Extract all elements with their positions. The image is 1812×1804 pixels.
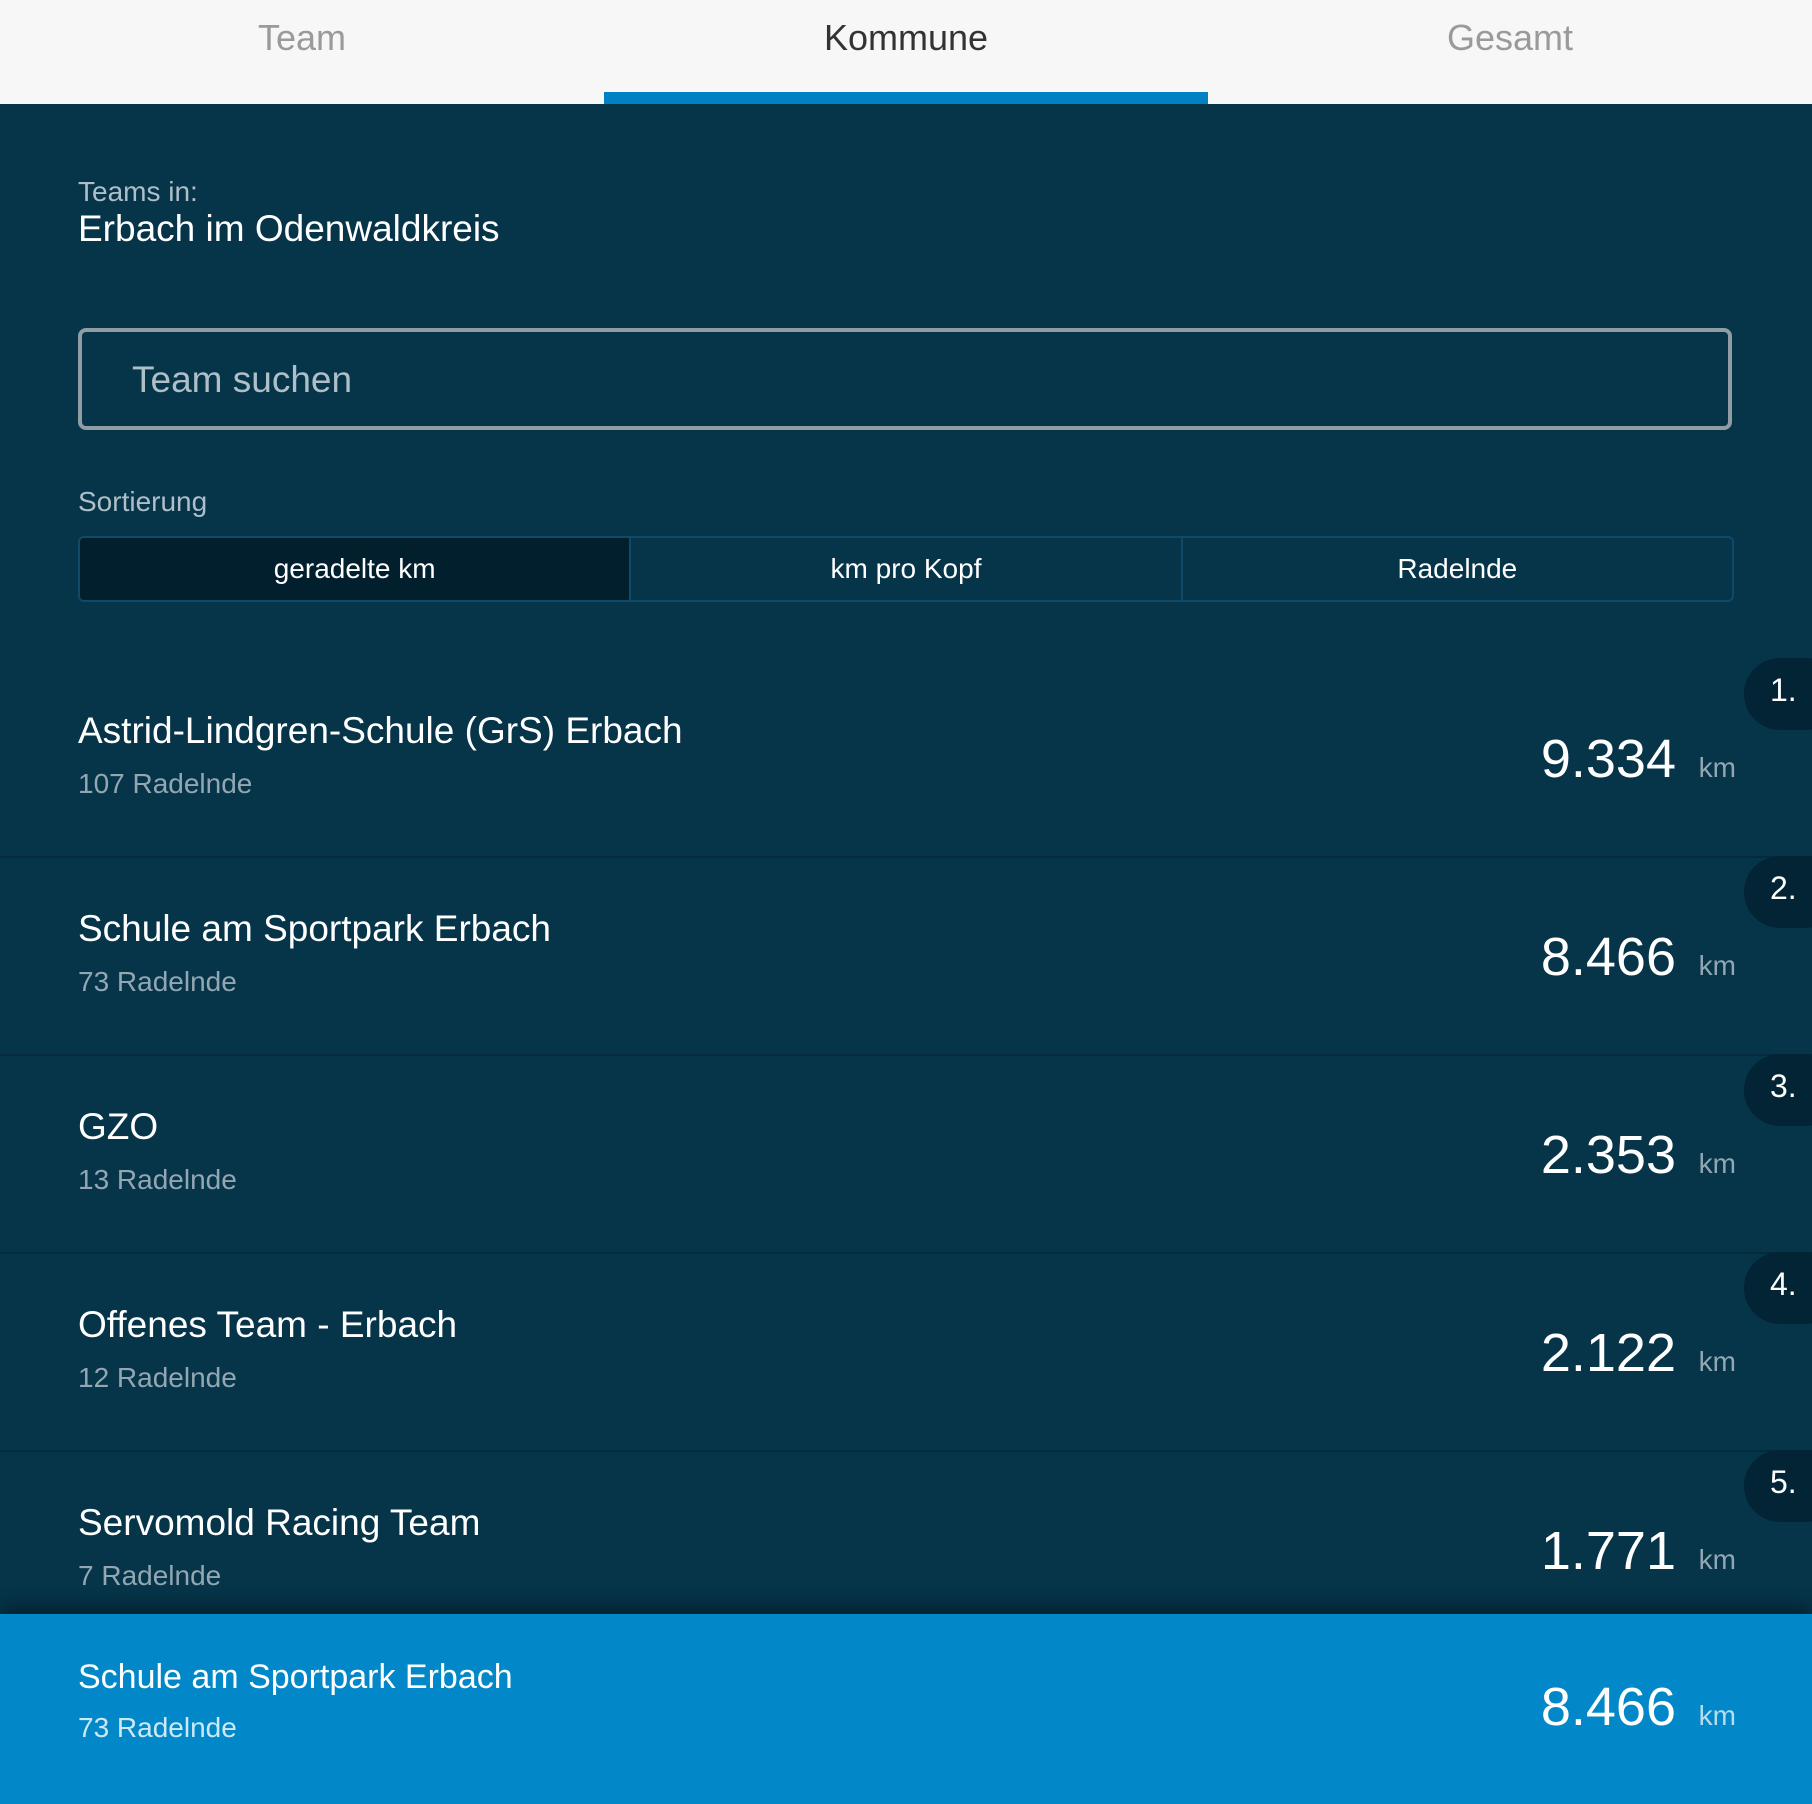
km-unit: km <box>1698 1544 1736 1575</box>
team-member-count: 7 Radelnde <box>78 1560 222 1591</box>
team-row[interactable]: Offenes Team - Erbach 12 Radelnde 2.122 … <box>0 1252 1812 1452</box>
km-unit: km <box>1698 1148 1736 1179</box>
km-unit: km <box>1698 1346 1736 1377</box>
rank-number: 4. <box>1770 1266 1797 1302</box>
team-member-count: 73 Radelnde <box>78 966 237 997</box>
rank-badge: 5. <box>1744 1450 1812 1522</box>
own-team-bar[interactable]: Schule am Sportpark Erbach 73 Radelnde 8… <box>0 1614 1812 1804</box>
team-member-count: 12 Radelnde <box>78 1362 237 1393</box>
rank-badge: 2. <box>1744 856 1812 928</box>
rank-number: 5. <box>1770 1464 1797 1500</box>
municipality-name: Erbach im Odenwaldkreis <box>78 208 500 249</box>
rank-number: 3. <box>1770 1068 1797 1104</box>
tab-kommune[interactable]: Kommune <box>604 0 1208 104</box>
team-row[interactable]: Schule am Sportpark Erbach 73 Radelnde 8… <box>0 856 1812 1056</box>
team-km-value: 2.353 <box>1540 1125 1676 1185</box>
tab-gesamt[interactable]: Gesamt <box>1208 0 1812 104</box>
teams-in-label: Teams in: <box>78 176 198 207</box>
team-km-value: 9.334 <box>1540 729 1676 789</box>
tab-gesamt-label: Gesamt <box>1446 17 1574 58</box>
team-name: Servomold Racing Team <box>78 1502 481 1543</box>
team-name: GZO <box>78 1106 159 1147</box>
team-km-value: 2.122 <box>1540 1323 1676 1383</box>
own-team-km-value: 8.466 <box>1540 1677 1676 1737</box>
active-tab-indicator <box>604 92 1208 104</box>
team-row[interactable]: GZO 13 Radelnde 2.353 km 3. <box>0 1054 1812 1254</box>
team-ranking-list: Astrid-Lindgren-Schule (GrS) Erbach 107 … <box>0 658 1812 1650</box>
km-unit: km <box>1698 752 1736 783</box>
sort-by-km-per-head-button[interactable]: km pro Kopf <box>631 538 1183 600</box>
team-member-count: 13 Radelnde <box>78 1164 237 1195</box>
team-km-value: 1.771 <box>1540 1521 1676 1581</box>
sort-by-riders-button[interactable]: Radelnde <box>1183 538 1732 600</box>
sort-label: Sortierung <box>78 486 208 517</box>
team-name: Schule am Sportpark Erbach <box>78 908 552 949</box>
team-row[interactable]: Astrid-Lindgren-Schule (GrS) Erbach 107 … <box>0 658 1812 858</box>
team-search-input[interactable] <box>130 332 1634 428</box>
sort-by-km-button[interactable]: geradelte km <box>80 538 632 600</box>
team-km-value: 8.466 <box>1540 927 1676 987</box>
sort-segmented-control: geradelte km km pro Kopf Radelnde <box>78 536 1734 602</box>
team-member-count: 107 Radelnde <box>78 768 253 799</box>
tab-team[interactable]: Team <box>0 0 604 104</box>
team-name: Astrid-Lindgren-Schule (GrS) Erbach <box>78 710 683 751</box>
search-box <box>78 328 1732 430</box>
rank-badge: 4. <box>1744 1252 1812 1324</box>
tab-team-label: Team <box>257 17 347 58</box>
km-unit: km <box>1698 1700 1736 1731</box>
rank-number: 2. <box>1770 870 1797 906</box>
team-name: Offenes Team - Erbach <box>78 1304 458 1345</box>
tab-kommune-label: Kommune <box>823 17 989 58</box>
km-unit: km <box>1698 950 1736 981</box>
rank-badge: 1. <box>1744 658 1812 730</box>
tab-bar: Team Kommune Gesamt <box>0 0 1812 104</box>
own-team-member-count: 73 Radelnde <box>78 1712 237 1743</box>
own-team-name: Schule am Sportpark Erbach <box>78 1658 513 1696</box>
rank-number: 1. <box>1770 672 1797 708</box>
rank-badge: 3. <box>1744 1054 1812 1126</box>
